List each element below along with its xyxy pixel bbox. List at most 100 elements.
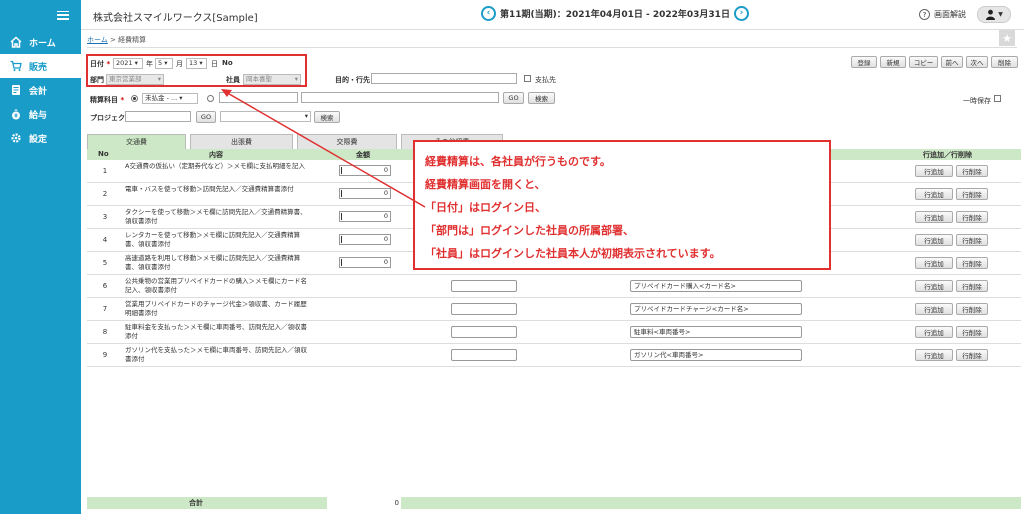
delete-row-button[interactable]: 行削除 [956, 326, 988, 338]
project-code-input[interactable] [125, 111, 191, 122]
row-no: 5 [102, 259, 108, 267]
row-description: 駐車料金を支払った＞メモ欄に車両番号、訪問先記入／領収書添付 [125, 323, 307, 340]
memo-input[interactable]: プリペイドカードチャージ<カード名> [630, 303, 802, 315]
row-description: 公共乗物の営業用プリペイドカードの購入＞メモ欄にカード名記入、領収書添付 [125, 277, 307, 294]
project-go-button[interactable]: GO [196, 111, 216, 123]
sidebar-item-label: 販売 [29, 62, 48, 73]
payee-checkbox[interactable] [524, 75, 531, 82]
account-name-input[interactable] [301, 92, 499, 103]
amount-input[interactable] [451, 303, 517, 315]
add-row-button[interactable]: 行追加 [915, 211, 953, 223]
amount-input[interactable]: 0 [339, 188, 391, 199]
amount-input[interactable]: 0 [339, 165, 391, 176]
add-row-button[interactable]: 行追加 [915, 165, 953, 177]
svg-text:¥: ¥ [14, 114, 18, 120]
table-row: 6 公共乗物の営業用プリペイドカードの購入＞メモ欄にカード名記入、領収書添付 プリペ… [87, 275, 1021, 298]
user-menu-button[interactable]: ▼ [977, 6, 1011, 23]
purpose-label: 目的・行先 [335, 76, 370, 84]
sidebar-item-accounting[interactable]: 会計 [0, 78, 81, 102]
search-button[interactable]: 検索 [528, 92, 555, 104]
row-no: 6 [102, 282, 108, 290]
add-row-button[interactable]: 行追加 [915, 349, 953, 361]
help-link[interactable]: ? 画面解説 [919, 9, 966, 20]
cart-icon [9, 60, 22, 73]
delete-row-button[interactable]: 行削除 [956, 303, 988, 315]
next-button[interactable]: 次へ [966, 56, 988, 68]
row-no: 8 [102, 328, 108, 336]
memo-input[interactable]: プリペイドカード購入<カード名> [630, 280, 802, 292]
new-button[interactable]: 新規 [880, 56, 906, 68]
row-description: 高速道路を利用して移動＞メモ欄に訪問先記入／交通費精算書、領収書添付 [125, 254, 301, 271]
temp-save-checkbox[interactable] [994, 95, 1001, 102]
delete-button[interactable]: 削除 [991, 56, 1018, 68]
sidebar-item-label: 会計 [29, 86, 48, 97]
copy-button[interactable]: コピー [909, 56, 938, 68]
purpose-input[interactable] [371, 73, 517, 84]
amount-input[interactable] [451, 326, 517, 338]
chevron-down-icon: ▼ [998, 11, 1003, 18]
register-button[interactable]: 登録 [851, 56, 877, 68]
company-name: 株式会社スマイルワークス[Sample] [93, 13, 258, 24]
account-radio-1[interactable] [131, 95, 138, 102]
tab-entertainment[interactable]: 交際費 [297, 134, 397, 149]
temp-save-label: 一時保存 [963, 97, 991, 105]
chevron-right-icon[interactable]: › [733, 6, 749, 21]
delete-row-button[interactable]: 行削除 [956, 257, 988, 269]
breadcrumb-separator: > [107, 36, 119, 44]
row-no: 4 [102, 236, 108, 244]
sidebar-item-home[interactable]: ホーム [0, 30, 81, 54]
chevron-left-icon[interactable]: ‹ [481, 6, 496, 21]
sidebar-item-settings[interactable]: 設定 [0, 126, 81, 150]
delete-row-button[interactable]: 行削除 [956, 349, 988, 361]
row-description: 電車・バスを使って移動＞訪問先記入／交通費精算書添付 [125, 185, 294, 193]
add-row-button[interactable]: 行追加 [915, 257, 953, 269]
sidebar-item-sales[interactable]: 販売 [0, 54, 81, 78]
project-search-button[interactable]: 検索 [314, 111, 340, 123]
breadcrumb-home-link[interactable]: ホーム [87, 36, 108, 44]
add-row-button[interactable]: 行追加 [915, 326, 953, 338]
total-bar: 合計 0 [87, 497, 1021, 509]
amount-input[interactable] [451, 280, 517, 292]
go-button[interactable]: GO [503, 92, 524, 104]
account-code-input[interactable] [219, 92, 298, 103]
favorite-star-icon[interactable]: ★ [999, 30, 1015, 46]
account-select[interactable]: 未払金 - ... ▾ [142, 93, 198, 104]
delete-row-button[interactable]: 行削除 [956, 165, 988, 177]
project-select[interactable]: ▾ [220, 111, 311, 122]
tab-business-trip[interactable]: 出張費 [190, 134, 293, 149]
sidebar-top [0, 0, 81, 30]
delete-row-button[interactable]: 行削除 [956, 280, 988, 292]
payee-label: 支払先 [535, 76, 556, 84]
hamburger-menu-icon[interactable] [57, 10, 69, 20]
memo-input[interactable]: 駐車料<車両番号> [630, 326, 802, 338]
amount-input[interactable]: 0 [339, 257, 391, 268]
row-no: 3 [102, 213, 108, 221]
delete-row-button[interactable]: 行削除 [956, 234, 988, 246]
account-radio-2[interactable] [207, 95, 214, 102]
row-description: タクシーを使って移動＞メモ欄に訪問先記入／交通費精算書、領収書添付 [125, 208, 307, 225]
delete-row-button[interactable]: 行削除 [956, 211, 988, 223]
row-description: レンタカーを使って移動＞メモ欄に訪問先記入／交通費精算書、領収書添付 [125, 231, 301, 248]
table-row: 7 営業用プリペイドカードのチャージ代金＞領収書、カード履歴明細書添付 プリペイドカ… [87, 298, 1021, 321]
col-amount: 金額 [356, 151, 370, 159]
user-icon [986, 9, 996, 20]
amount-input[interactable]: 0 [339, 234, 391, 245]
add-row-button[interactable]: 行追加 [915, 234, 953, 246]
sidebar-item-payroll[interactable]: ¥ 給与 [0, 102, 81, 126]
prev-button[interactable]: 前へ [941, 56, 963, 68]
amount-input[interactable]: 0 [339, 211, 391, 222]
amount-input[interactable] [451, 349, 517, 361]
callout-line-2: 経費精算画面を開くと、 [425, 178, 546, 191]
breadcrumb: ホーム > 経費精算 [87, 35, 146, 45]
delete-row-button[interactable]: 行削除 [956, 188, 988, 200]
add-row-button[interactable]: 行追加 [915, 280, 953, 292]
row-description: 営業用プリペイドカードのチャージ代金＞領収書、カード履歴明細書添付 [125, 300, 307, 317]
highlight-box [86, 54, 307, 87]
question-icon: ? [919, 9, 930, 20]
tab-transport[interactable]: 交通費 [87, 134, 186, 149]
add-row-button[interactable]: 行追加 [915, 303, 953, 315]
add-row-button[interactable]: 行追加 [915, 188, 953, 200]
memo-input[interactable]: ガソリン代<車両番号> [630, 349, 802, 361]
sidebar: ホーム 販売 会計 ¥ 給与 設定 [0, 0, 81, 514]
annotation-callout: 経費精算は、各社員が行うものです。 経費精算画面を開くと、 「日付」はログイン日… [413, 140, 831, 270]
